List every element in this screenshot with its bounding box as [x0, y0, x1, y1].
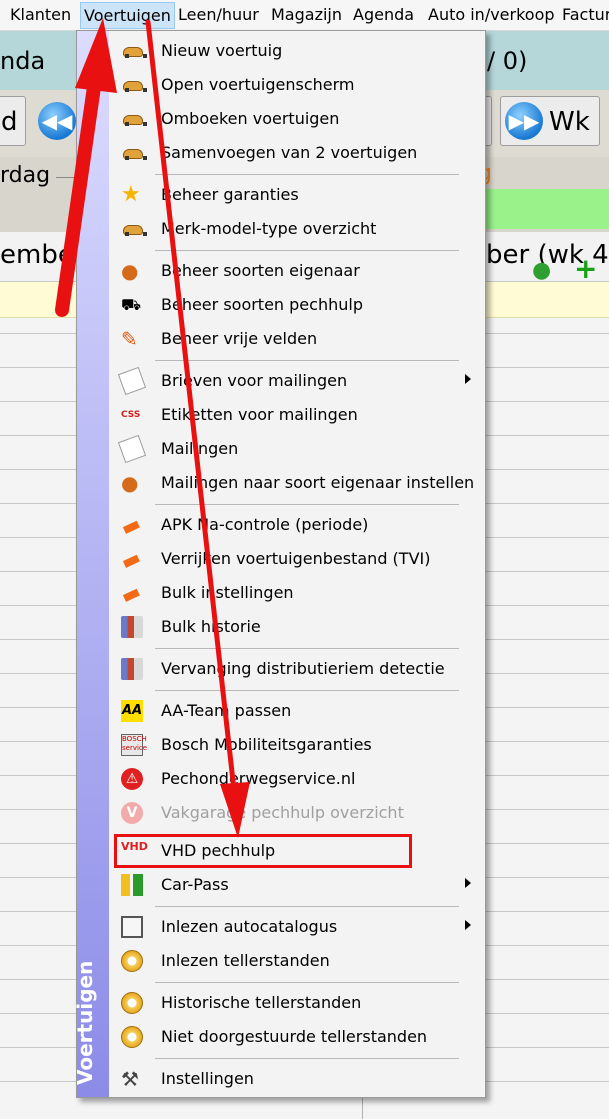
arrow-up-head [75, 18, 117, 93]
arrow-down-head [220, 782, 250, 838]
arrow-down-shaft [145, 19, 237, 793]
annotation-arrows [55, 18, 250, 838]
arrow-up-shaft [55, 73, 102, 317]
